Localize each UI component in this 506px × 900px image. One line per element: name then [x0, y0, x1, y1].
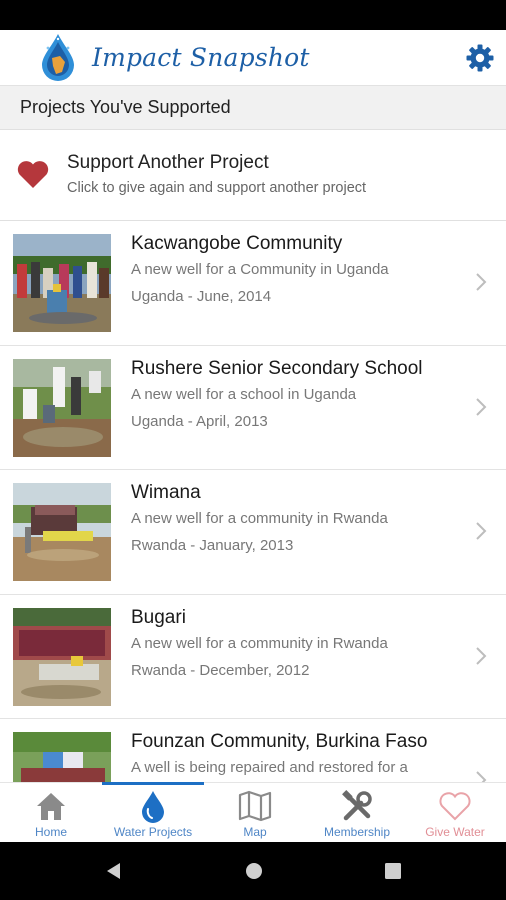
project-row[interactable]: Bugari A new well for a community in Rwa… — [0, 594, 506, 719]
chevron-right-icon — [476, 646, 487, 665]
nav-label-membership: Membership — [323, 825, 391, 839]
chevron-right-icon — [476, 522, 487, 540]
support-another-project-row[interactable]: Support Another Project Click to give ag… — [0, 130, 506, 221]
project-photo — [13, 234, 111, 332]
project-photo — [13, 358, 111, 457]
water-drop-icon — [142, 791, 164, 823]
map-icon — [238, 790, 272, 822]
project-description: A new well for a school in Uganda — [131, 385, 357, 403]
heart-icon — [17, 161, 49, 188]
project-name: Bugari — [131, 606, 186, 628]
nav-label-water-projects: Water Projects — [113, 825, 193, 839]
project-row[interactable]: Founzan Community, Burkina Faso A well i… — [0, 719, 506, 782]
project-photo — [13, 607, 111, 706]
section-title: Projects You've Supported — [20, 97, 231, 117]
project-date: Rwanda - January, 2013 — [131, 537, 294, 554]
project-row[interactable]: Kacwangobe Community A new well for a Co… — [0, 221, 506, 346]
android-navigation-bar — [0, 842, 506, 900]
project-list[interactable]: Kacwangobe Community A new well for a Co… — [0, 221, 506, 782]
project-description: A new well for a community in Rwanda — [131, 634, 388, 652]
back-icon[interactable] — [104, 861, 124, 881]
chevron-right-icon — [476, 771, 487, 782]
nav-label-map: Map — [243, 825, 267, 839]
project-date: Uganda - April, 2013 — [131, 412, 268, 430]
project-row[interactable]: Wimana A new well for a community in Rwa… — [0, 470, 506, 595]
heart-outline-icon — [439, 792, 471, 821]
project-description: A well is being repaired and restored fo… — [131, 759, 408, 776]
project-date: Rwanda - December, 2012 — [131, 661, 310, 679]
app-title: Impact Snapshot — [92, 43, 310, 72]
bottom-navigation: Home Water Projects Map Membership Give … — [0, 782, 506, 842]
project-name: Wimana — [131, 482, 201, 503]
water-drop-logo-icon — [42, 34, 74, 81]
project-photo — [13, 732, 111, 782]
project-name: Rushere Senior Secondary School — [131, 357, 423, 379]
project-description: A new well for a Community in Uganda — [131, 261, 389, 278]
nav-item-map[interactable]: Map — [204, 783, 306, 843]
status-bar — [0, 0, 506, 30]
nav-item-water-projects[interactable]: Water Projects — [102, 783, 204, 843]
chevron-right-icon — [476, 397, 487, 416]
settings-button[interactable] — [462, 40, 498, 76]
project-name: Kacwangobe Community — [131, 233, 343, 254]
gear-icon — [466, 44, 494, 72]
nav-item-home[interactable]: Home — [0, 783, 102, 843]
project-description: A new well for a community in Rwanda — [131, 510, 388, 527]
project-photo — [13, 483, 111, 581]
home-circle-icon[interactable] — [244, 861, 264, 881]
chevron-right-icon — [476, 273, 487, 291]
home-icon — [37, 793, 65, 820]
project-name: Founzan Community, Burkina Faso — [131, 731, 428, 752]
nav-item-give-water[interactable]: Give Water — [404, 783, 506, 843]
support-title: Support Another Project — [67, 152, 269, 173]
app-header: Impact Snapshot — [0, 30, 506, 86]
project-date: Uganda - June, 2014 — [131, 288, 272, 305]
nav-label-give-water: Give Water — [425, 825, 485, 839]
recents-icon[interactable] — [384, 862, 402, 880]
tools-icon — [342, 790, 372, 821]
nav-label-home: Home — [34, 825, 67, 839]
nav-item-membership[interactable]: Membership — [306, 783, 408, 843]
support-subtitle: Click to give again and support another … — [67, 180, 367, 196]
section-header: Projects You've Supported — [0, 86, 506, 130]
project-row[interactable]: Rushere Senior Secondary School A new we… — [0, 345, 506, 470]
